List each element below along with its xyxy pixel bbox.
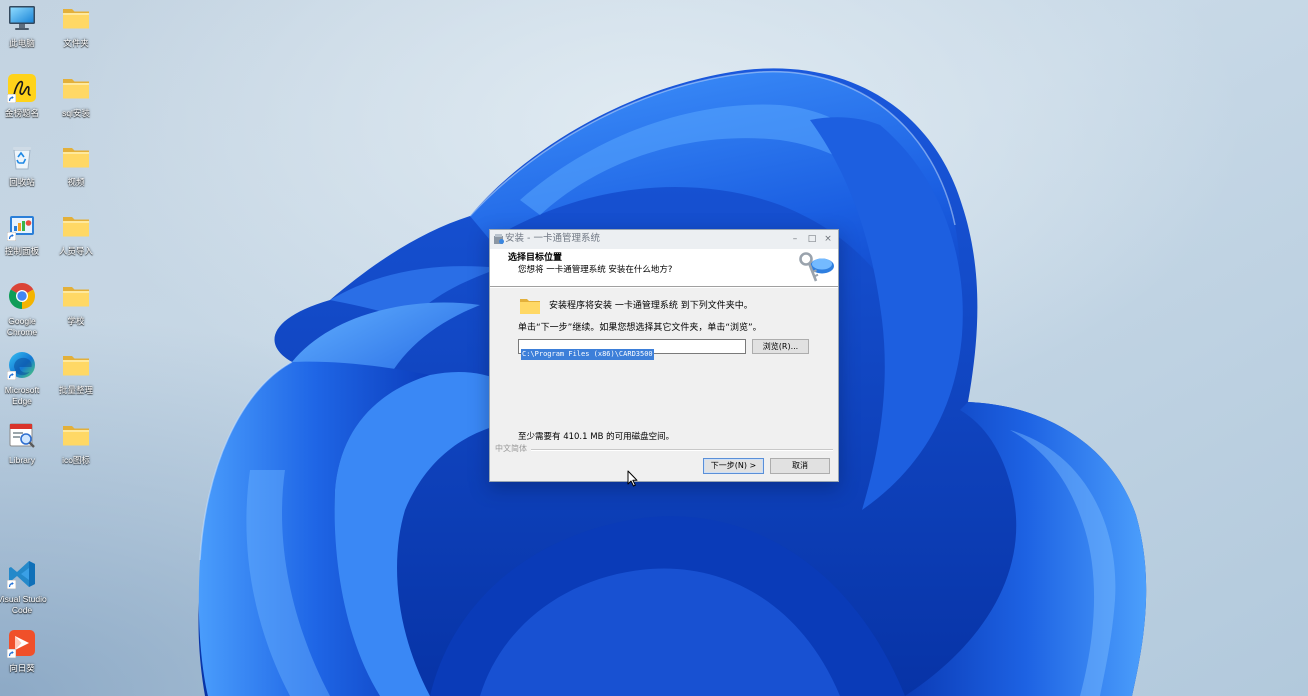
computer-icon <box>7 3 37 33</box>
language-label: 中文简体 <box>495 444 527 453</box>
desktop-icon-label: Visual Studio Code <box>0 594 47 615</box>
shortcut-arrow-icon <box>7 94 16 103</box>
folder-icon <box>61 420 91 450</box>
desktop-icon-edge[interactable]: Microsoft Edge <box>0 350 48 407</box>
destination-path-input[interactable]: C:\Program Files (x86)\CARD3500 <box>518 339 746 360</box>
desktop-icon-sunlogin[interactable]: 向日葵 <box>0 628 48 674</box>
install-note: 安装程序将安装 一卡通管理系统 到下列文件夹中。 <box>549 301 753 311</box>
instruction-text: 单击“下一步”继续。如果您想选择其它文件夹，单击“浏览”。 <box>518 323 762 333</box>
desktop-folder[interactable]: ico图标 <box>50 420 102 466</box>
desktop-icon-label: 向日葵 <box>9 663 35 673</box>
title-bar[interactable]: 安装 - 一卡通管理系统 – □ × <box>490 230 838 249</box>
desktop-folder[interactable]: 学校 <box>50 281 102 327</box>
desktop-icon-label: 视频 <box>67 177 85 187</box>
folder-icon <box>520 299 540 314</box>
desktop-icon-control-panel[interactable]: 控制面板 <box>0 211 48 257</box>
destination-path-text: C:\Program Files (x86)\CARD3500 <box>521 349 654 360</box>
desktop-icon-label: 学校 <box>67 316 85 326</box>
folder-icon <box>61 281 91 311</box>
desktop-icon-label: Google Chrome <box>6 316 38 337</box>
close-button[interactable]: × <box>822 233 834 245</box>
desktop-icon-label: 控制面板 <box>4 246 39 256</box>
next-button[interactable]: 下一步(N) > <box>703 458 764 474</box>
library-icon <box>7 420 37 450</box>
desktop-icon-label: 文件夹 <box>63 38 89 48</box>
desktop-folder[interactable]: 批量整理 <box>50 350 102 396</box>
footer-divider <box>531 449 833 451</box>
shortcut-arrow-icon <box>7 649 16 658</box>
folder-icon <box>61 73 91 103</box>
desktop-icon-label: Library <box>9 455 35 465</box>
desktop-folder[interactable]: sql安装 <box>50 73 102 119</box>
shortcut-arrow-icon <box>7 371 16 380</box>
desktop-icon-label: 人员导入 <box>58 246 93 256</box>
shortcut-arrow-icon <box>7 580 16 589</box>
desktop-icon-label: Microsoft Edge <box>4 385 40 406</box>
folder-icon <box>61 350 91 380</box>
minimize-button[interactable]: – <box>789 233 801 245</box>
browse-button[interactable]: 浏览(R)... <box>752 339 809 354</box>
mouse-cursor <box>627 470 638 487</box>
chrome-icon <box>7 281 37 311</box>
disk-space-note: 至少需要有 410.1 MB 的可用磁盘空间。 <box>518 432 675 442</box>
desktop-icon-this-pc[interactable]: 此电脑 <box>0 3 48 49</box>
page-subtitle: 您想将 一卡通管理系统 安装在什么地方? <box>518 265 673 275</box>
desktop-icon-label: sql安装 <box>62 108 90 118</box>
setup-icon <box>494 234 504 244</box>
page-title: 选择目标位置 <box>508 253 563 263</box>
desktop-icon-vscode[interactable]: Visual Studio Code <box>0 559 48 616</box>
desktop-icon-app[interactable]: 金榜题名 <box>0 73 48 119</box>
desktop-icon-label: ico图标 <box>62 455 90 465</box>
window-title: 安装 - 一卡通管理系统 <box>505 233 600 244</box>
desktop-folder[interactable]: 人员导入 <box>50 211 102 257</box>
folder-icon <box>61 142 91 172</box>
desktop-folder[interactable]: 文件夹 <box>50 3 102 49</box>
desktop-icon-chrome[interactable]: Google Chrome <box>0 281 48 338</box>
wizard-header: 选择目标位置 您想将 一卡通管理系统 安装在什么地方? <box>490 249 838 286</box>
setup-key-icon <box>799 252 834 282</box>
shortcut-arrow-icon <box>7 232 16 241</box>
cancel-button[interactable]: 取消 <box>770 458 830 474</box>
desktop-icon-label: 批量整理 <box>58 385 93 395</box>
desktop-icon-library[interactable]: Library <box>0 420 48 466</box>
desktop-icon-label: 此电脑 <box>9 38 35 48</box>
desktop-icon-label: 回收站 <box>9 177 35 187</box>
maximize-button[interactable]: □ <box>806 233 818 245</box>
desktop-icon-recycle-bin[interactable]: 回收站 <box>0 142 48 188</box>
installer-window: 安装 - 一卡通管理系统 – □ × 选择目标位置 您想将 一卡通管理系统 安装… <box>489 229 839 482</box>
desktop-icon-label: 金榜题名 <box>4 108 39 118</box>
folder-icon <box>61 3 91 33</box>
recycle-bin-icon <box>7 142 37 172</box>
desktop-folder[interactable]: 视频 <box>50 142 102 188</box>
header-divider <box>490 286 838 288</box>
folder-icon <box>61 211 91 241</box>
